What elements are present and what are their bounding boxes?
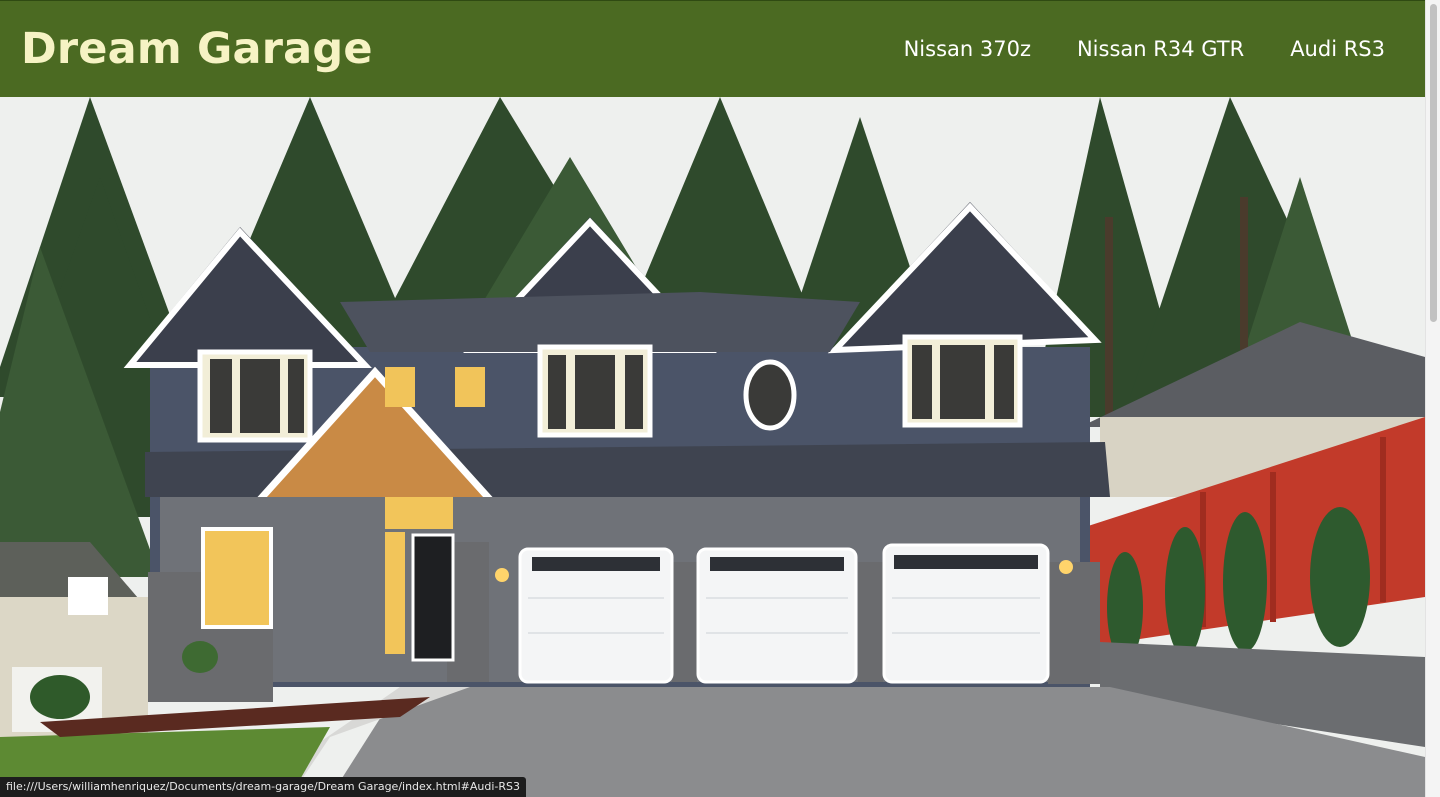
- site-header: Dream Garage Nissan 370z Nissan R34 GTR …: [0, 0, 1425, 97]
- page: Dream Garage Nissan 370z Nissan R34 GTR …: [0, 0, 1425, 797]
- nav-link-audi-rs3[interactable]: Audi RS3: [1290, 37, 1385, 61]
- brand-logo-link[interactable]: Dream Garage: [21, 24, 373, 74]
- link-status-bar: file:///Users/williamhenriquez/Documents…: [0, 777, 527, 797]
- main-nav: Nissan 370z Nissan R34 GTR Audi RS3: [904, 37, 1385, 61]
- vertical-scrollbar[interactable]: [1425, 0, 1440, 797]
- nav-link-nissan-370z[interactable]: Nissan 370z: [904, 37, 1031, 61]
- nav-link-nissan-r34-gtr[interactable]: Nissan R34 GTR: [1077, 37, 1244, 61]
- scrollbar-thumb[interactable]: [1430, 4, 1437, 322]
- hero-image: [0, 97, 1425, 797]
